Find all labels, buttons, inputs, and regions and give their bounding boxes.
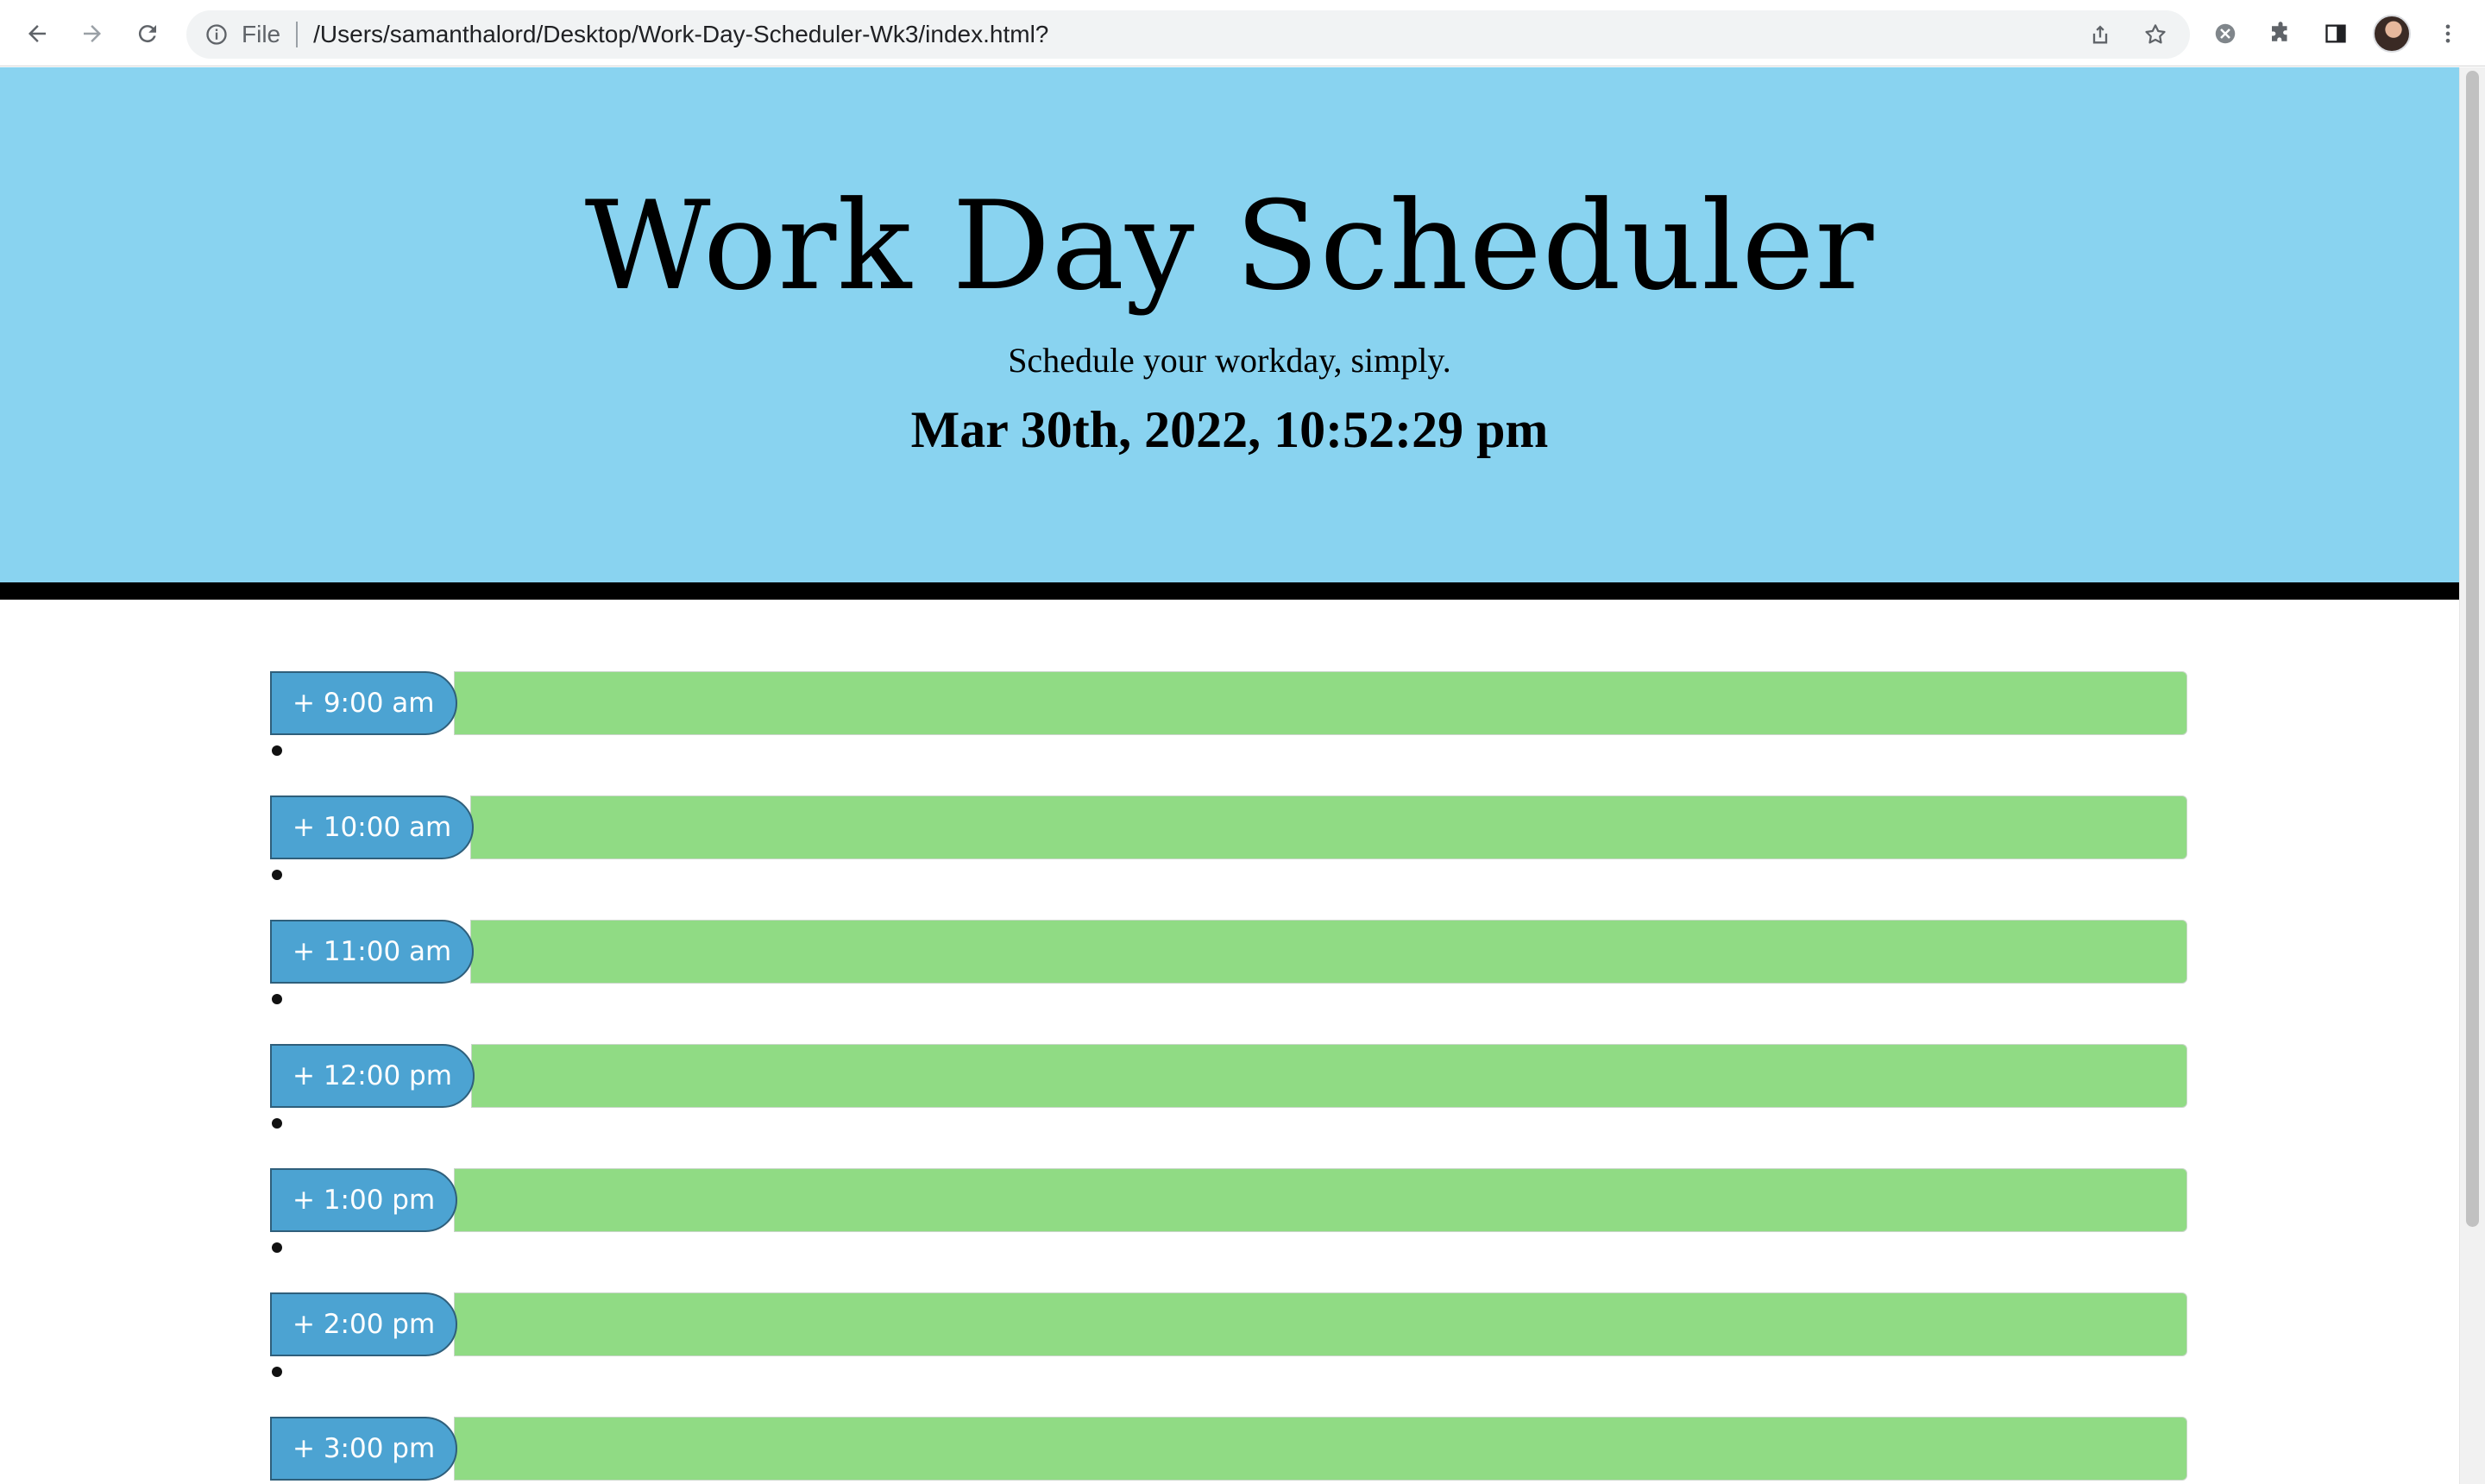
list-bullet (272, 870, 282, 880)
task-slot[interactable] (454, 1417, 2187, 1481)
list-bullet (272, 745, 282, 756)
hour-button[interactable]: + 12:00 pm (270, 1044, 475, 1108)
address-bar[interactable]: File /Users/samanthalord/Desktop/Work-Da… (186, 10, 2190, 59)
url-text[interactable]: /Users/samanthalord/Desktop/Work-Day-Sch… (313, 21, 1048, 48)
hour-button[interactable]: + 3:00 pm (270, 1417, 458, 1481)
kebab-menu-icon[interactable] (2430, 16, 2466, 52)
page-title: Work Day Scheduler (584, 175, 1875, 318)
schedule-list: + 9:00 am + 10:00 am + 11:00 am + 12:00 … (270, 671, 2187, 1484)
task-slot[interactable] (470, 920, 2187, 984)
time-block: + 10:00 am (270, 795, 2187, 920)
hour-button[interactable]: + 10:00 am (270, 795, 475, 859)
task-slot[interactable] (454, 1292, 2187, 1356)
side-panel-icon[interactable] (2318, 16, 2354, 52)
vertical-scrollbar[interactable] (2459, 67, 2485, 1484)
time-block: + 2:00 pm (270, 1292, 2187, 1417)
page-viewport: Work Day Scheduler Schedule your workday… (0, 67, 2459, 1484)
time-block: + 12:00 pm (270, 1044, 2187, 1168)
forward-arrow-icon[interactable] (74, 16, 110, 52)
scheme-label: File (242, 21, 281, 47)
list-bullet (272, 1242, 282, 1253)
task-slot[interactable] (453, 671, 2187, 735)
hour-button[interactable]: + 11:00 am (270, 920, 475, 984)
bookmark-star-icon[interactable] (2138, 17, 2173, 52)
reload-icon[interactable] (129, 16, 166, 52)
page-subtitle: Schedule your workday, simply. (1008, 341, 1451, 380)
task-slot[interactable] (454, 1168, 2187, 1232)
hour-button[interactable]: + 2:00 pm (270, 1292, 458, 1356)
hour-button[interactable]: + 9:00 am (270, 671, 457, 735)
info-icon[interactable] (204, 22, 230, 47)
puzzle-icon[interactable] (2262, 16, 2299, 52)
header-banner: Work Day Scheduler Schedule your workday… (0, 67, 2459, 600)
time-block: + 1:00 pm (270, 1168, 2187, 1292)
divider (296, 22, 299, 47)
list-bullet (272, 994, 282, 1004)
share-icon[interactable] (2083, 17, 2117, 52)
current-datetime: Mar 30th, 2022, 10:52:29 pm (910, 401, 1549, 458)
time-block: + 11:00 am (270, 920, 2187, 1044)
hour-button[interactable]: + 1:00 pm (270, 1168, 458, 1232)
browser-toolbar: File /Users/samanthalord/Desktop/Work-Da… (0, 0, 2485, 66)
back-arrow-icon[interactable] (19, 16, 55, 52)
extension-icon[interactable] (2207, 16, 2243, 52)
time-block: + 9:00 am (270, 671, 2187, 795)
scrollbar-thumb[interactable] (2466, 71, 2479, 1227)
task-slot[interactable] (470, 795, 2187, 859)
task-slot[interactable] (470, 1044, 2187, 1108)
profile-avatar[interactable] (2373, 15, 2411, 53)
time-block: + 3:00 pm (270, 1417, 2187, 1484)
list-bullet (272, 1118, 282, 1129)
list-bullet (272, 1367, 282, 1377)
